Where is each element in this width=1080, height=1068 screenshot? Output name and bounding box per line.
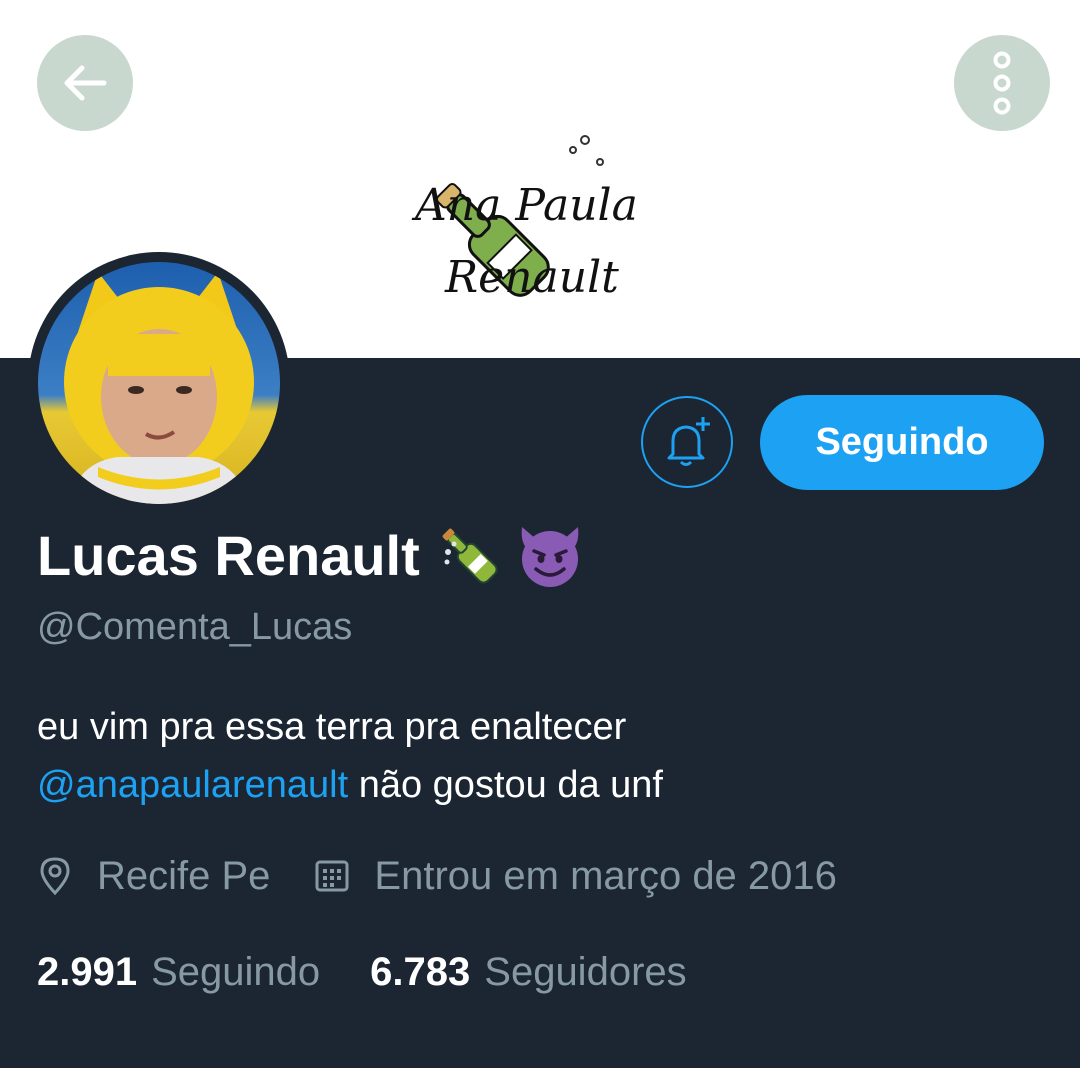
arrow-left-icon [64, 65, 107, 101]
bell-plus-icon [667, 417, 710, 466]
smiling-devil-icon [521, 527, 579, 587]
profile-bio: eu vim pra essa terra pra enaltecer @ana… [37, 698, 1037, 814]
bio-mention-link[interactable]: @anapaularenault [37, 764, 348, 806]
bio-line-1: eu vim pra essa terra pra enaltecer [37, 706, 627, 748]
champagne-bottle-icon [442, 528, 498, 584]
profile-handle: @Comenta_Lucas [37, 606, 353, 648]
profile-meta: Recife Pe Entrou em março de 2016 [37, 848, 881, 904]
back-button[interactable] [37, 35, 133, 131]
banner-logo-text-2: Renault [444, 252, 619, 303]
banner-logo: Ana Paula Renault [411, 135, 638, 303]
joined-text: Entrou em março de 2016 [374, 853, 837, 898]
location-text: Recife Pe [97, 853, 271, 898]
name-row: Lucas Renault [37, 515, 588, 595]
followers-count: 6.783 [370, 949, 471, 994]
following-button[interactable]: Seguindo [760, 395, 1044, 490]
avatar[interactable] [38, 262, 280, 504]
followers-stat[interactable]: 6.783 Seguidores [370, 950, 686, 995]
avatar-image [38, 262, 280, 504]
joined-item: Entrou em março de 2016 [314, 853, 837, 899]
following-count: 2.991 [37, 949, 138, 994]
banner-logo-text-1: Ana Paula [411, 180, 638, 231]
profile-stats: 2.991 Seguindo 6.783 Seguidores [37, 944, 737, 1000]
followers-label: Seguidores [484, 949, 687, 994]
more-vertical-icon [993, 51, 1011, 115]
following-label: Seguindo [151, 949, 321, 994]
display-name: Lucas Renault [37, 523, 420, 587]
location-pin-icon [40, 857, 70, 896]
notifications-button[interactable] [641, 396, 733, 488]
following-stat[interactable]: 2.991 Seguindo [37, 950, 320, 995]
bio-line-2-text: não gostou da unf [348, 764, 663, 806]
more-options-button[interactable] [954, 35, 1050, 131]
name-emojis [438, 517, 588, 593]
location-item: Recife Pe [37, 854, 270, 899]
avatar-frame[interactable] [28, 252, 290, 514]
bio-line-2: @anapaularenault não gostou da unf [37, 756, 1037, 814]
calendar-icon [315, 860, 349, 892]
